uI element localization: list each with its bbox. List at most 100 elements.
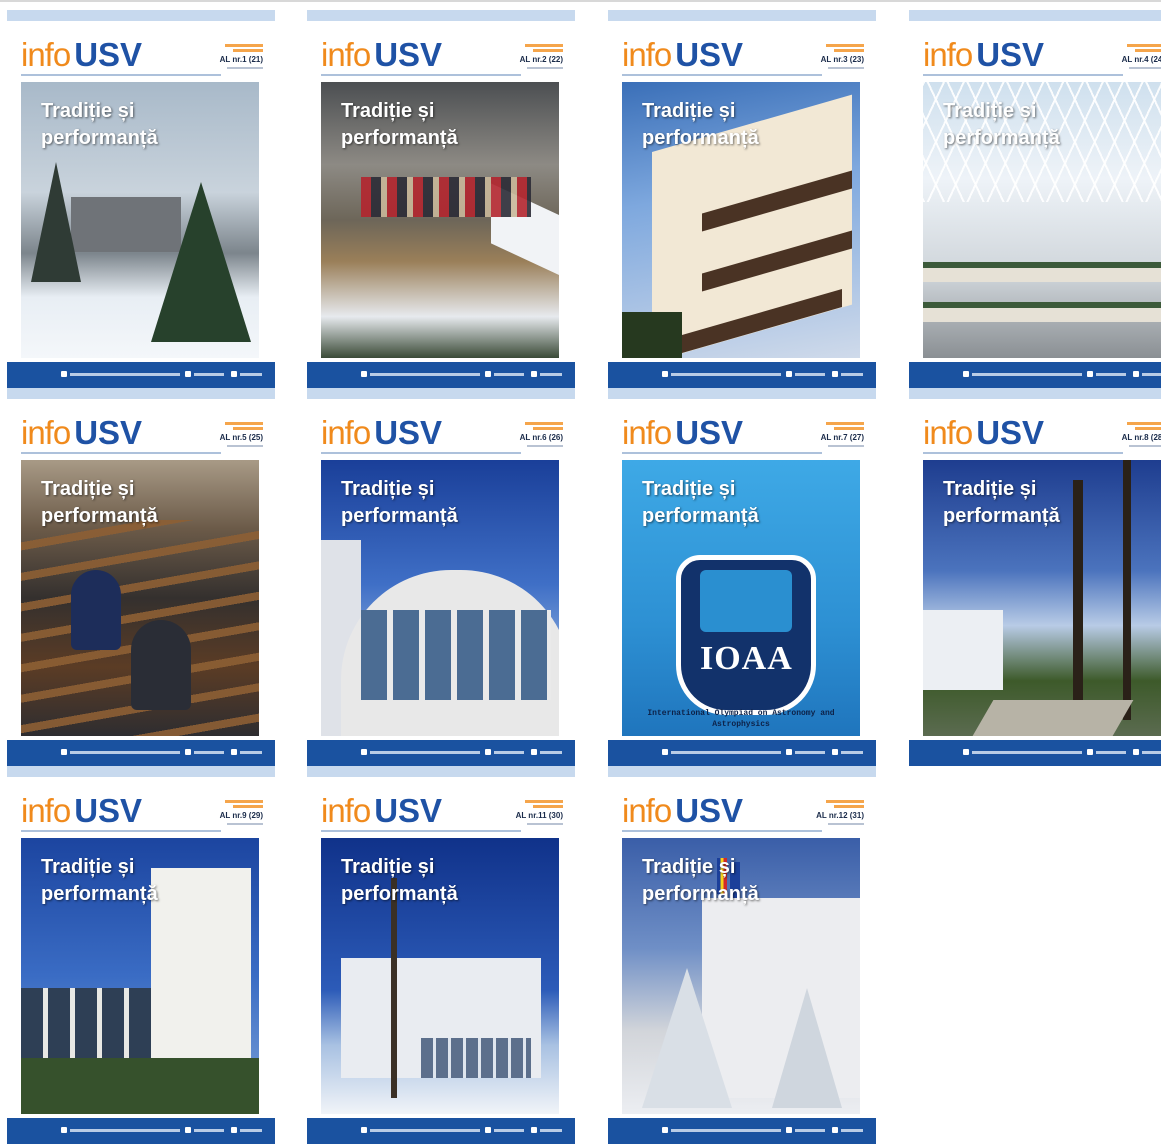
issue-date-line	[227, 67, 263, 69]
issue-box: AL nr.11 (30)	[516, 800, 563, 825]
footer-link-text	[494, 751, 524, 754]
cover-top-band	[7, 766, 275, 777]
issue-box: AL nr.6 (26)	[520, 422, 563, 447]
cover-footer-bar	[909, 362, 1161, 388]
phone-icon	[185, 749, 191, 755]
issue-date-line	[227, 823, 263, 825]
facebook-icon	[963, 371, 969, 377]
logo-info-text: info	[21, 792, 71, 829]
issue-number: AL nr.1 (21)	[219, 55, 263, 64]
photo-shape	[361, 177, 531, 217]
magazine-cover-6[interactable]: info USV AL nr.6 (26) Tradiție și perform…	[307, 388, 575, 766]
cover-photo: Tradiție și performanță	[21, 460, 259, 736]
cover-gallery: info USV AL nr.1 (21) Tradiție și perform…	[0, 0, 1161, 1144]
logo-info-text: info	[21, 414, 71, 451]
magazine-cover-3[interactable]: info USV AL nr.3 (23) Tradiție și perform…	[608, 10, 876, 388]
issue-stripe	[525, 422, 563, 425]
magazine-cover-10[interactable]: info USV AL nr.11 (30) Tradiție și perfor…	[307, 766, 575, 1144]
issue-number: AL nr.2 (22)	[519, 55, 563, 64]
cover-title-line2: performanță	[642, 127, 759, 149]
photo-shape	[21, 1058, 259, 1114]
footer-link-text	[841, 751, 863, 754]
logo-info-text: info	[21, 36, 71, 73]
magazine-cover-1[interactable]: info USV AL nr.1 (21) Tradiție și perform…	[7, 10, 275, 388]
issue-date-line	[527, 445, 563, 447]
logo-usv-text: USV	[74, 414, 143, 451]
logo-info-text: info	[622, 792, 672, 829]
facebook-icon	[361, 749, 367, 755]
cover-photo: Tradiție și performanță	[321, 460, 559, 736]
cover-title-line2: performanță	[341, 505, 458, 527]
issue-number: AL nr.3 (23)	[820, 55, 864, 64]
issue-box: AL nr.5 (25)	[220, 422, 263, 447]
footer-link-text	[671, 1129, 781, 1132]
cover-footer-bar	[307, 1118, 575, 1144]
infousv-logo: info USV	[923, 416, 1044, 456]
issue-stripe	[233, 805, 263, 808]
cover-title-line2: performanță	[943, 127, 1060, 149]
footer-link-text	[1096, 751, 1126, 754]
issue-date-line	[828, 823, 864, 825]
photo-shape	[923, 262, 1161, 282]
issue-date-line	[1129, 67, 1161, 69]
infousv-logo: info USV	[21, 794, 142, 834]
infousv-logo: info USV	[321, 38, 442, 78]
logo-subtitle-line	[21, 74, 221, 76]
cover-title-line1: Tradiție și	[41, 478, 135, 500]
cover-top-band	[307, 10, 575, 21]
issue-date-line	[1129, 445, 1161, 447]
cover-footer-bar	[608, 362, 876, 388]
photo-shape	[1073, 480, 1083, 720]
photo-shape	[642, 968, 732, 1108]
issue-stripe	[533, 427, 563, 430]
cover-title: Tradiție și performanță	[341, 476, 458, 530]
issue-number: AL nr.9 (29)	[219, 811, 263, 820]
cover-footer-bar	[608, 740, 876, 766]
magazine-cover-5[interactable]: info USV AL nr.5 (25) Tradiție și perform…	[7, 388, 275, 766]
logo-subtitle-line	[923, 452, 1123, 454]
facebook-icon	[61, 1127, 67, 1133]
footer-link-text	[972, 751, 1082, 754]
issue-stripe	[834, 805, 864, 808]
cover-title-line1: Tradiție și	[41, 856, 135, 878]
photo-shape	[391, 878, 397, 1098]
magazine-cover-11[interactable]: info USV AL nr.12 (31) Tradiție și perfor…	[608, 766, 876, 1144]
magazine-cover-4[interactable]: info USV AL nr.4 (24) Tradiție și perform…	[909, 10, 1161, 388]
logo-info-text: info	[923, 36, 973, 73]
infousv-logo: info USV	[21, 416, 142, 456]
footer-link-text	[841, 1129, 863, 1132]
facebook-icon	[361, 371, 367, 377]
magazine-cover-7[interactable]: info USV AL nr.7 (27) IOAA International O…	[608, 388, 876, 766]
issue-stripe	[533, 49, 563, 52]
magazine-cover-9[interactable]: info USV AL nr.9 (29) Tradiție și perform…	[7, 766, 275, 1144]
photo-shape	[421, 1038, 531, 1078]
cover-title: Tradiție și performanță	[642, 854, 759, 908]
issue-stripe	[533, 805, 563, 808]
cover-footer-bar	[608, 1118, 876, 1144]
logo-info-text: info	[321, 414, 371, 451]
issue-date-line	[527, 823, 563, 825]
globe-icon	[231, 749, 237, 755]
phone-icon	[1087, 371, 1093, 377]
footer-link-text	[540, 373, 562, 376]
footer-link-text	[70, 1129, 180, 1132]
infousv-logo: info USV	[21, 38, 142, 78]
logo-subtitle-line	[622, 74, 822, 76]
footer-link-text	[194, 751, 224, 754]
cover-title-line1: Tradiție și	[943, 478, 1037, 500]
cover-footer-bar	[909, 740, 1161, 766]
issue-date-line	[828, 445, 864, 447]
issue-number: AL nr.12 (31)	[816, 811, 864, 820]
cover-photo: Tradiție și performanță	[21, 82, 259, 358]
emblem-text: IOAA	[700, 640, 793, 677]
logo-info-text: info	[923, 414, 973, 451]
footer-link-text	[494, 1129, 524, 1132]
cover-title: Tradiție și performanță	[41, 476, 158, 530]
footer-link-text	[194, 1129, 224, 1132]
issue-stripe	[1127, 44, 1161, 47]
logo-subtitle-line	[21, 830, 221, 832]
magazine-cover-8[interactable]: info USV AL nr.8 (28) Tradiție și perform…	[909, 388, 1161, 766]
logo-usv-text: USV	[976, 414, 1045, 451]
magazine-cover-2[interactable]: info USV AL nr.2 (22) Tradiție și perform…	[307, 10, 575, 388]
cover-photo: IOAA International Olympiad on Astronomy …	[622, 460, 860, 736]
